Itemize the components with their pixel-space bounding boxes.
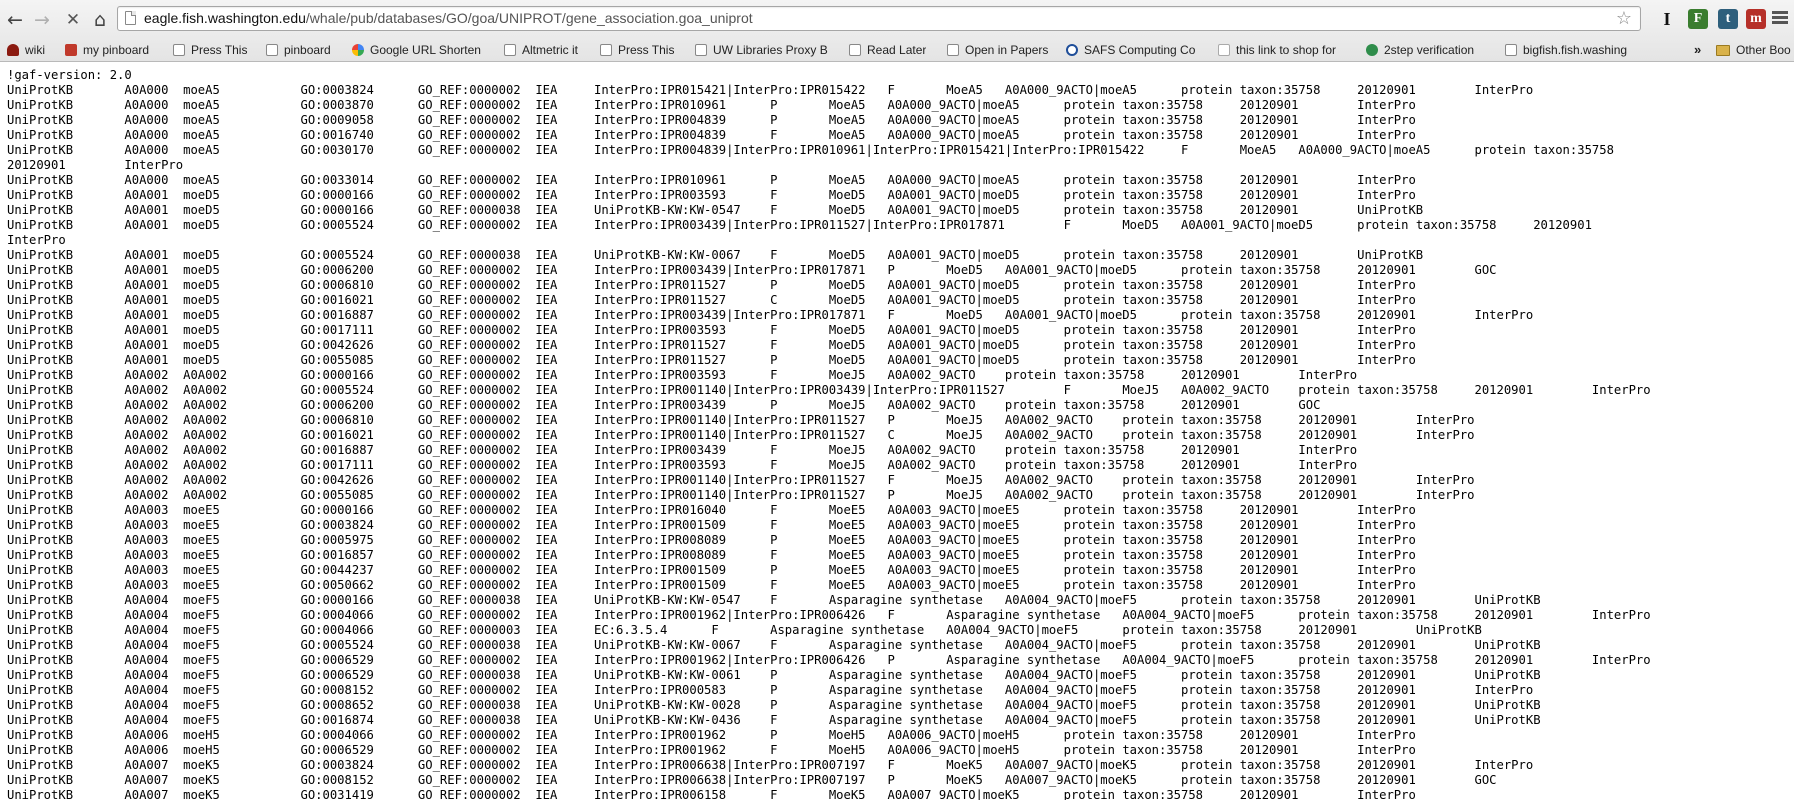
- folder-icon: [1716, 44, 1730, 56]
- mendeley-extension-icon[interactable]: m: [1746, 9, 1766, 29]
- page-icon: [125, 11, 136, 25]
- bookmark-label: my pinboard: [83, 43, 150, 57]
- bookmark-shop-link[interactable]: this link to shop for: [1218, 40, 1348, 60]
- other-bookmarks-folder[interactable]: Other Boo: [1716, 40, 1791, 60]
- bookmark-label: Open in Papers: [965, 43, 1049, 57]
- instapaper-extension-icon[interactable]: I: [1657, 9, 1677, 29]
- page-icon: [849, 44, 861, 56]
- tumblr-extension-icon[interactable]: t: [1718, 9, 1738, 29]
- bookmark-label: Altmetric it: [522, 43, 579, 57]
- wiki-icon: [7, 44, 19, 56]
- bookmark-label: Press This: [618, 43, 675, 57]
- bookmark-altmetric[interactable]: Altmetric it: [504, 40, 584, 60]
- bookmark-label: bigfish.fish.washing: [1523, 43, 1628, 57]
- url-host: eagle.fish.washington.edu: [144, 10, 306, 26]
- bookmark-bigfish[interactable]: bigfish.fish.washing: [1505, 40, 1683, 60]
- close-icon[interactable]: ✕: [60, 6, 86, 33]
- page-icon: [1505, 44, 1517, 56]
- home-icon[interactable]: ⌂: [87, 6, 113, 33]
- bookmark-google-url-shortener[interactable]: Google URL Shorten: [352, 40, 486, 60]
- address-bar[interactable]: eagle.fish.washington.edu/whale/pub/data…: [117, 6, 1641, 31]
- bookmark-label: Press This: [191, 43, 248, 57]
- page-icon: [695, 44, 707, 56]
- bookmark-press-this[interactable]: Press This: [173, 40, 255, 60]
- bookmark-uw-libraries-proxy[interactable]: UW Libraries Proxy B: [695, 40, 835, 60]
- page-icon: [600, 44, 612, 56]
- bookmark-read-later[interactable]: Read Later: [849, 40, 933, 60]
- arrow-left-icon[interactable]: ←: [2, 6, 28, 33]
- page-icon: [504, 44, 516, 56]
- page-icon: [173, 44, 185, 56]
- bookmark-wiki[interactable]: wiki: [7, 40, 59, 60]
- arrow-right-icon[interactable]: →: [29, 6, 55, 33]
- other-bookmarks-label: Other Boo: [1736, 43, 1791, 57]
- gene-association-text: !gaf-version: 2.0 UniProtKB A0A000 moeA5…: [7, 68, 1651, 800]
- browser-toolbar: ← → ✕ ⌂ eagle.fish.washington.edu/whale/…: [0, 0, 1794, 39]
- page-icon: [947, 44, 959, 56]
- safs-icon: [1066, 44, 1078, 56]
- url-text[interactable]: eagle.fish.washington.edu/whale/pub/data…: [144, 7, 753, 30]
- wrench-menu-icon[interactable]: [1772, 11, 1788, 25]
- bookmark-label: 2step verification: [1384, 43, 1475, 57]
- twostep-icon: [1366, 44, 1378, 56]
- bookmark-label: UW Libraries Proxy B: [713, 43, 828, 57]
- page-content: !gaf-version: 2.0 UniProtKB A0A000 moeA5…: [7, 68, 1794, 800]
- star-icon[interactable]: ☆: [1616, 7, 1632, 30]
- bookmark-label: this link to shop for: [1236, 43, 1337, 57]
- url-path: /whale/pub/databases/GO/goa/UNIPROT/gene…: [305, 10, 753, 26]
- bookmark-label: SAFS Computing Co: [1084, 43, 1196, 57]
- bookmark-label: pinboard: [284, 43, 331, 57]
- bookmarks-overflow-chevron-icon[interactable]: »: [1694, 40, 1701, 60]
- amazon-icon: [1218, 44, 1230, 56]
- bookmarks-bar: wiki my pinboard Press This pinboard Goo…: [0, 39, 1794, 61]
- bookmark-pinboard[interactable]: pinboard: [266, 40, 340, 60]
- bookmark-label: wiki: [25, 43, 45, 57]
- bookmark-open-in-papers[interactable]: Open in Papers: [947, 40, 1057, 60]
- bookmark-label: Read Later: [867, 43, 927, 57]
- pinboard-icon: [65, 44, 77, 56]
- bookmark-safs-computing[interactable]: SAFS Computing Co: [1066, 40, 1200, 60]
- page-icon: [266, 44, 278, 56]
- bookmark-press-this-2[interactable]: Press This: [600, 40, 680, 60]
- bookmark-label: Google URL Shorten: [370, 43, 481, 57]
- bookmark-2step-verification[interactable]: 2step verification: [1366, 40, 1492, 60]
- google-icon: [352, 44, 364, 56]
- bookmark-my-pinboard[interactable]: my pinboard: [65, 40, 165, 60]
- browser-chrome: ← → ✕ ⌂ eagle.fish.washington.edu/whale/…: [0, 0, 1794, 62]
- feedly-extension-icon[interactable]: F: [1688, 9, 1708, 29]
